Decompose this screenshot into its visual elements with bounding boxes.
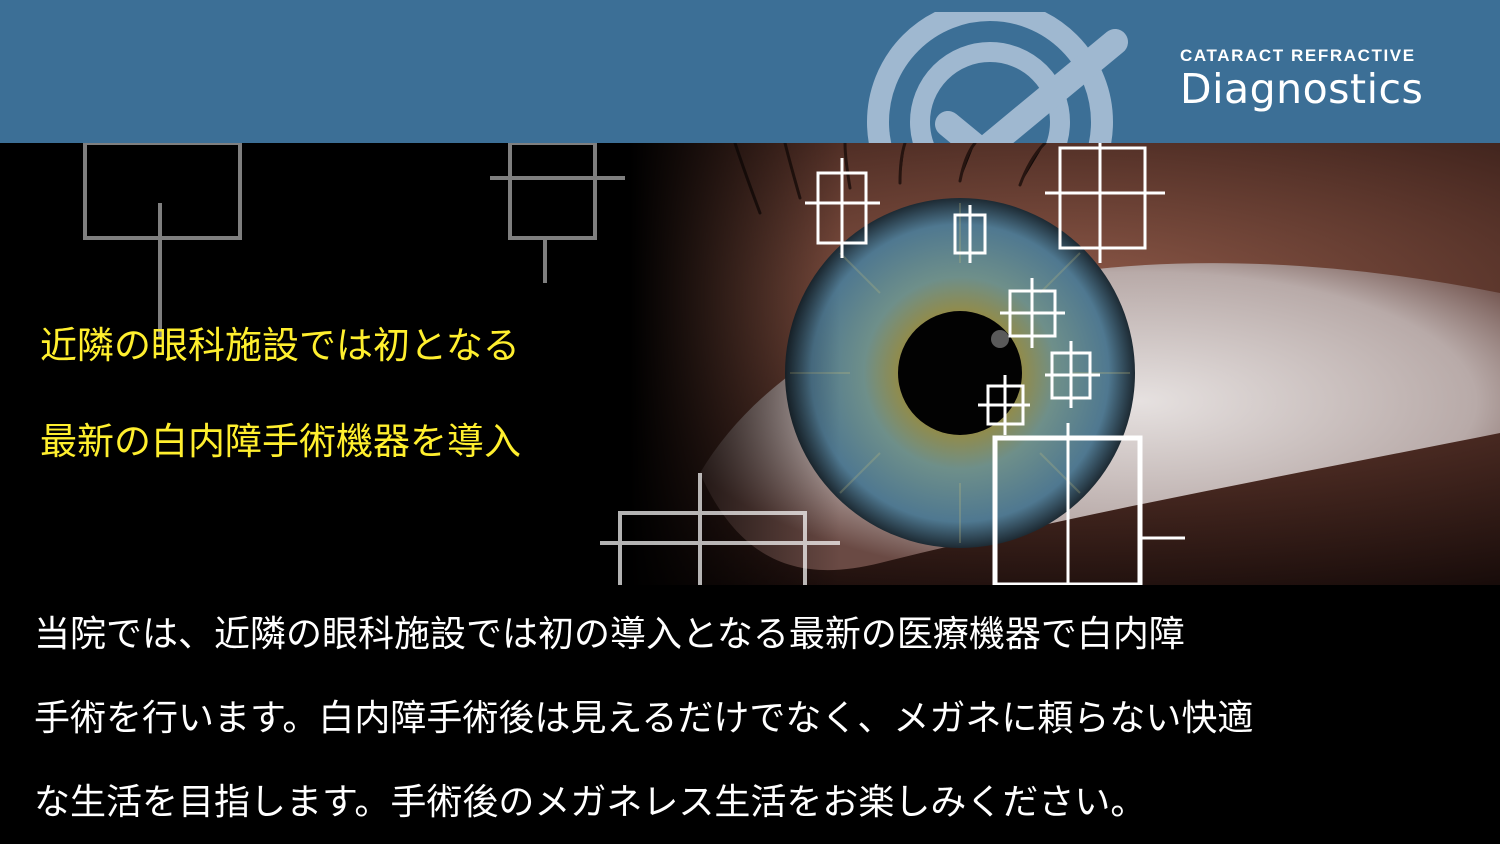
header-bar: CATARACT REFRACTIVE Diagnostics: [0, 0, 1500, 143]
brand-name-bottom: Diagnostics: [1180, 65, 1424, 113]
headline-line-1: 近隣の眼科施設では初となる: [40, 324, 520, 367]
body-text-line-3: な生活を目指します。手術後のメガネレス生活をお楽しみください。: [34, 782, 1147, 823]
body-text-line-1: 当院では、近隣の眼科施設では初の導入となる最新の医療機器で白内障: [34, 614, 1185, 655]
brand-name-top: CATARACT REFRACTIVE: [1180, 46, 1416, 65]
slide: CATARACT REFRACTIVE Diagnostics 近隣の眼科施設で…: [0, 0, 1500, 844]
body-text-line-2: 手術を行います。白内障手術後は見えるだけでなく、メガネに頼らない快適: [34, 698, 1254, 739]
hero-eye-image: 近隣の眼科施設では初となる 最新の白内障手術機器を導入: [0, 143, 1500, 585]
brand-logo-text: CATARACT REFRACTIVE Diagnostics: [1180, 46, 1423, 112]
target-check-logo-icon: [867, 12, 1128, 143]
headline-line-2: 最新の白内障手術機器を導入: [40, 420, 521, 463]
body-text-section: 当院では、近隣の眼科施設では初の導入となる最新の医療機器で白内障 手術を行います…: [0, 585, 1500, 844]
